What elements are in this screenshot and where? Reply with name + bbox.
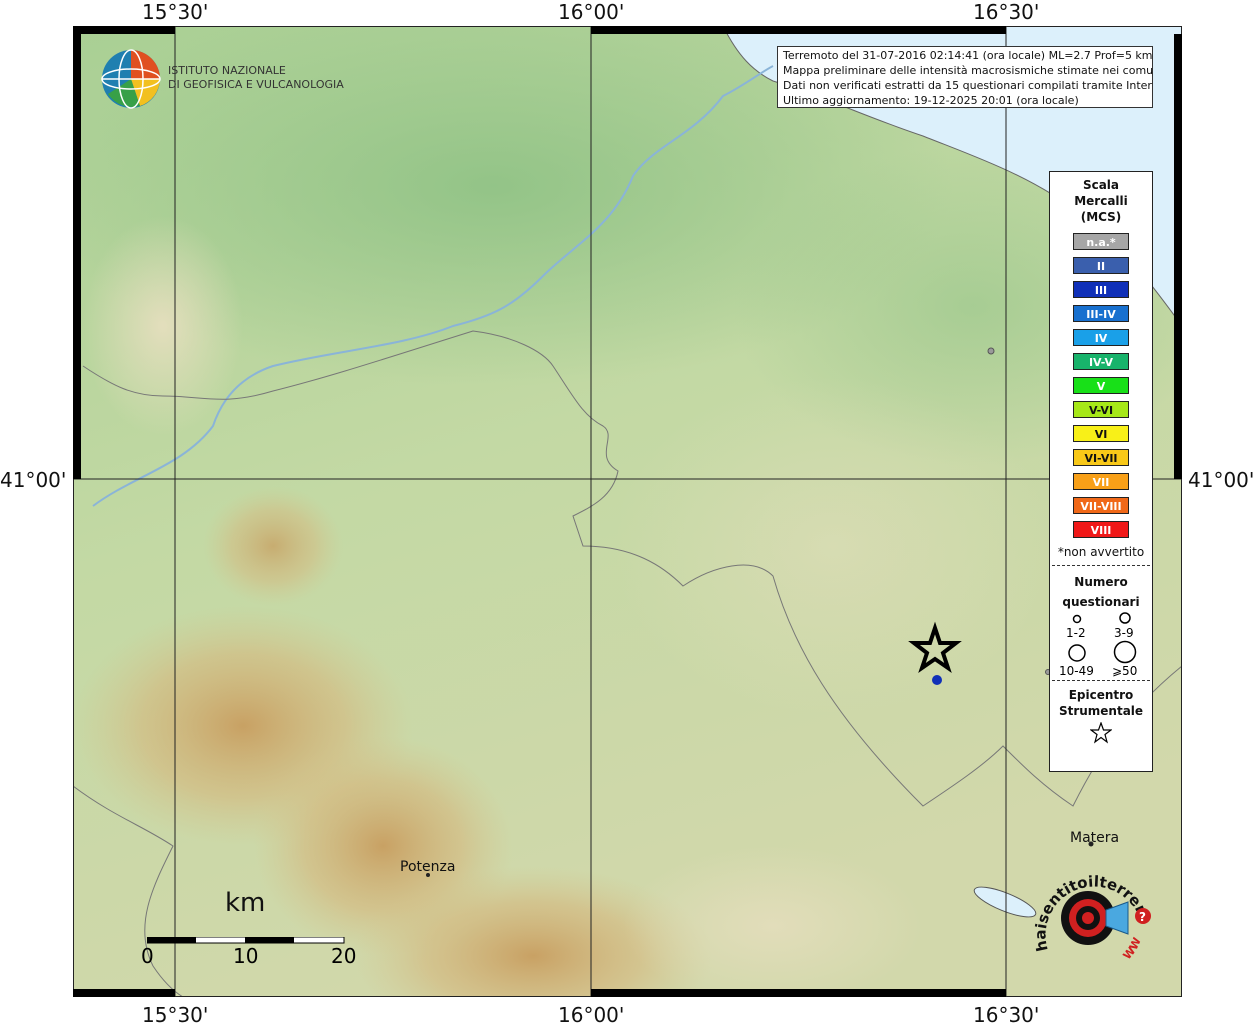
ingv-logo <box>100 48 162 110</box>
frame-bar <box>73 989 175 997</box>
count-symbols: 1-2 3-9 10-49 ⩾50 <box>1050 612 1152 678</box>
legend-panel: Scala Mercalli (MCS) n.a.* II III III-IV IV I… <box>1049 171 1153 772</box>
haisentito-logo: haisentitoilterremoto.it WWW. ? <box>1024 846 1160 980</box>
frame-bar <box>73 26 175 34</box>
frame-bar <box>1174 34 1182 479</box>
town-marker <box>987 347 995 355</box>
city-label-potenza: Potenza <box>400 859 456 875</box>
legend-swatch: VI-VII <box>1073 449 1129 466</box>
frame-bar <box>73 34 81 479</box>
lon-tick-bottom-1600: 16°00' <box>558 1003 625 1027</box>
terrain-hill <box>83 216 243 436</box>
lat-tick-left-4100: 41°00' <box>0 468 67 492</box>
scale-label-0: 0 <box>141 944 154 968</box>
legend-swatch: III <box>1073 281 1129 298</box>
legend-swatch: VII-VIII <box>1073 497 1129 514</box>
lon-tick-top-1600: 16°00' <box>558 0 625 24</box>
intensity-point <box>932 675 942 685</box>
count-symbol-50 <box>1113 640 1137 664</box>
legend-swatch: II <box>1073 257 1129 274</box>
legend-swatch: V <box>1073 377 1129 394</box>
legend-swatch: IV <box>1073 329 1129 346</box>
legend-swatch: III-IV <box>1073 305 1129 322</box>
event-info-line: Terremoto del 31-07-2016 02:14:41 (ora l… <box>783 49 1153 62</box>
terrain-hill <box>613 376 1053 716</box>
city-label-matera: Matera <box>1070 830 1120 846</box>
legend-swatch: IV-V <box>1073 353 1129 370</box>
scale-unit: km <box>225 888 266 918</box>
scale-label-20: 20 <box>331 944 357 968</box>
legend-divider <box>1052 680 1150 681</box>
legend-swatch: V-VI <box>1073 401 1129 418</box>
count-label-3-9: 3-9 <box>1114 626 1134 640</box>
legend-swatch: VII <box>1073 473 1129 490</box>
epicenter-legend-symbol <box>1050 721 1152 748</box>
epicenter-legend-title: Epicentro Strumentale <box>1058 688 1144 718</box>
count-symbol-3-9 <box>1119 612 1131 624</box>
count-symbol-10-49 <box>1068 644 1086 662</box>
legend-title: Scala Mercalli (MCS) <box>1074 178 1128 224</box>
count-label-50: ⩾50 <box>1112 664 1138 678</box>
count-label-10-49: 10-49 <box>1059 664 1094 678</box>
event-info-line: Ultimo aggiornamento: 19-12-2025 20:01 (… <box>783 94 1079 107</box>
terrain-hill <box>203 486 343 606</box>
scale-label-10: 10 <box>233 944 259 968</box>
legend-divider <box>1052 565 1150 566</box>
legend-swatch: VI <box>1073 425 1129 442</box>
frame-bar <box>591 989 1006 997</box>
institute-name-line1: ISTITUTO NAZIONALE <box>168 64 286 77</box>
frame-bar <box>591 26 1006 34</box>
lon-tick-top-1530: 15°30' <box>142 0 209 24</box>
count-title: Numero questionari <box>1062 575 1140 609</box>
count-symbol-1-2 <box>1072 614 1082 624</box>
event-info-box: Terremoto del 31-07-2016 02:14:41 (ora l… <box>777 46 1153 108</box>
lon-tick-bottom-1630: 16°30' <box>973 1003 1040 1027</box>
legend-swatches: n.a.* II III III-IV IV IV-V V V-VI VI VI-VII VII VI… <box>1050 233 1152 538</box>
legend-swatch: VIII <box>1073 521 1129 538</box>
map-area[interactable] <box>73 26 1182 997</box>
event-info-line: Dati non verificati estratti da 15 quest… <box>783 79 1153 92</box>
svg-text:?: ? <box>1139 910 1146 924</box>
legend-swatch: n.a.* <box>1073 233 1129 250</box>
institute-name-line2: DI GEOFISICA E VULCANOLOGIA <box>168 78 344 91</box>
count-label-1-2: 1-2 <box>1066 626 1086 640</box>
lat-tick-right-4100: 41°00' <box>1188 468 1254 492</box>
lon-tick-bottom-1530: 15°30' <box>142 1003 209 1027</box>
event-info-line: Mappa preliminare delle intensità macros… <box>783 64 1153 77</box>
legend-note: *non avvertito <box>1057 545 1145 559</box>
lon-tick-top-1630: 16°30' <box>973 0 1040 24</box>
